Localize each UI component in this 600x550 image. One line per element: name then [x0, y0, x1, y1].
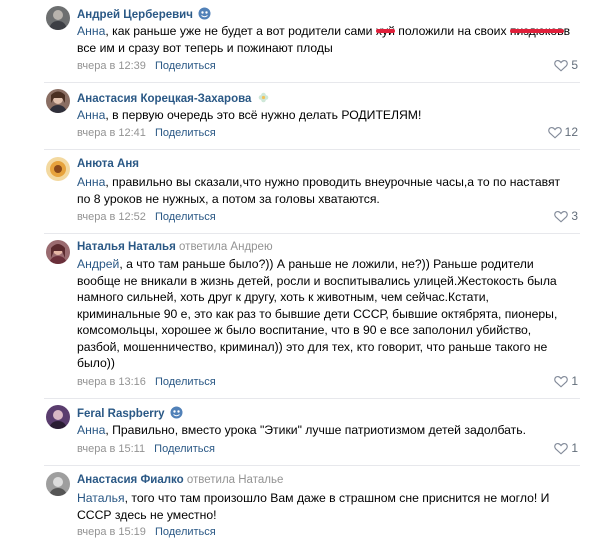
- divider: [44, 82, 580, 83]
- author-name[interactable]: Анастасия Фиалко: [77, 474, 184, 486]
- divider: [44, 465, 580, 466]
- divider: [44, 233, 580, 234]
- avatar[interactable]: [46, 472, 70, 496]
- comment-text: Анна, правильно вы сказали,что нужно про…: [77, 175, 561, 206]
- emoji-badge-icon: [170, 406, 183, 419]
- reply-to-label[interactable]: ответила Андрею: [179, 241, 273, 253]
- avatar[interactable]: [46, 405, 70, 429]
- share-link[interactable]: Поделиться: [155, 376, 216, 388]
- mention-link[interactable]: Анна: [77, 423, 105, 437]
- like-button[interactable]: 5: [554, 58, 578, 72]
- mention-link[interactable]: Анна: [77, 175, 105, 189]
- comment-date[interactable]: вчера в 15:19: [77, 526, 146, 538]
- comment-text: Анна, Правильно, вместо урока "Этики" лу…: [77, 423, 527, 437]
- heart-outline-icon: [554, 375, 569, 388]
- like-count: 3: [571, 209, 578, 223]
- share-link[interactable]: Поделиться: [155, 60, 216, 72]
- heart-outline-icon: [554, 442, 569, 455]
- like-button[interactable]: 1: [554, 441, 578, 455]
- comment-text: Андрей, а что там раньше было?)) А раньш…: [77, 257, 558, 370]
- mention-link[interactable]: Анна: [77, 108, 105, 122]
- comment-date[interactable]: вчера в 12:52: [77, 211, 146, 223]
- divider: [44, 398, 580, 399]
- avatar[interactable]: [46, 157, 70, 181]
- author-name[interactable]: Андрей Церберевич: [77, 9, 193, 21]
- comment-text: Анна, как раньше уже не будет а вот роди…: [77, 24, 571, 55]
- flower-badge-icon: [257, 91, 270, 104]
- emoji-badge-icon: [198, 7, 211, 20]
- comment-text: Анна, в первую очередь это всё нужно дел…: [77, 108, 422, 122]
- mention-link[interactable]: Анна: [77, 24, 105, 38]
- share-link[interactable]: Поделиться: [155, 526, 216, 538]
- author-name[interactable]: Feral Raspberry: [77, 408, 165, 420]
- share-link[interactable]: Поделиться: [154, 443, 215, 455]
- avatar[interactable]: [46, 240, 70, 264]
- comment-date[interactable]: вчера в 13:16: [77, 376, 146, 388]
- avatar[interactable]: [46, 89, 70, 113]
- like-count: 1: [571, 441, 578, 455]
- share-link[interactable]: Поделиться: [155, 211, 216, 223]
- comment-date[interactable]: вчера в 12:39: [77, 60, 146, 72]
- like-count: 1: [571, 374, 578, 388]
- like-count: 5: [571, 58, 578, 72]
- author-name[interactable]: Наталья Наталья: [77, 241, 176, 253]
- like-count: 12: [564, 125, 578, 139]
- author-name[interactable]: Анюта Аня: [77, 158, 139, 170]
- comment-text: Наталья, того что там произошло Вам даже…: [77, 491, 550, 522]
- reply-to-label[interactable]: ответила Наталье: [187, 474, 283, 486]
- heart-outline-icon: [554, 59, 569, 72]
- mention-link[interactable]: Андрей: [77, 257, 119, 271]
- mention-link[interactable]: Наталья: [77, 491, 125, 505]
- author-name[interactable]: Анастасия Корецкая-Захарова: [77, 93, 251, 105]
- redacted-word: пиздюков: [509, 24, 564, 38]
- like-button[interactable]: 3: [554, 209, 578, 223]
- avatar[interactable]: [46, 6, 70, 30]
- comment-date[interactable]: вчера в 12:41: [77, 127, 146, 139]
- redacted-word: хуй: [375, 24, 395, 38]
- heart-outline-icon: [554, 210, 569, 223]
- heart-outline-icon: [547, 126, 562, 139]
- share-link[interactable]: Поделиться: [155, 127, 216, 139]
- like-button[interactable]: 12: [547, 125, 578, 139]
- like-button[interactable]: 1: [554, 374, 578, 388]
- comment-date[interactable]: вчера в 15:11: [77, 443, 145, 455]
- divider: [44, 149, 580, 150]
